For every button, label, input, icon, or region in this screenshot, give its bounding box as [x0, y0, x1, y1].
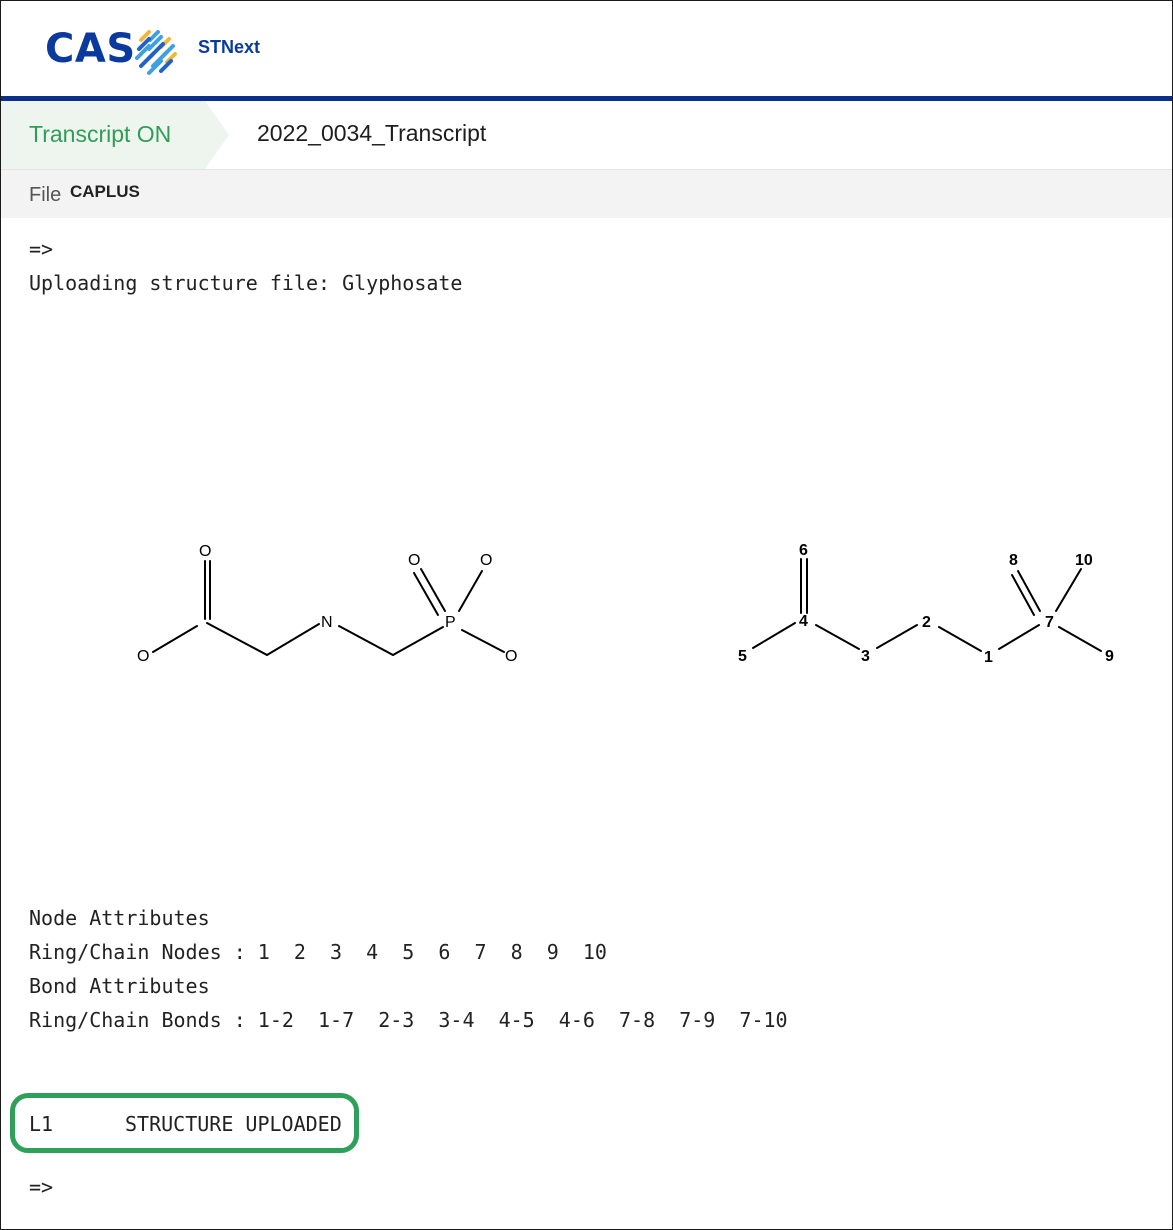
- glyphosate-atom-p: P: [445, 614, 456, 631]
- node-label-1: 1: [984, 649, 993, 666]
- result-l-number[interactable]: L1: [29, 1112, 53, 1136]
- command-prompt: =>: [29, 237, 54, 261]
- node-label-7: 7: [1045, 614, 1054, 631]
- glyphosate-structure: [152, 560, 505, 656]
- glyphosate-atom-o-carbonyl: O: [199, 543, 211, 560]
- transcript-name: 2022_0034_Transcript: [257, 120, 487, 146]
- glyphosate-atom-o-hydroxyl: O: [137, 648, 149, 665]
- glyphosate-atom-o-bottom: O: [505, 648, 517, 665]
- file-bar: File CAPLUS: [1, 170, 1172, 218]
- node-label-9: 9: [1105, 648, 1114, 665]
- app-header: CAS STNext: [1, 1, 1172, 96]
- cas-logo-mark-icon: [135, 30, 177, 75]
- file-value: CAPLUS: [70, 182, 140, 201]
- stnext-window: CAS STNext Transcript ON 2022_0034_Trans…: [0, 0, 1173, 1230]
- glyphosate-atom-o-top: O: [480, 552, 492, 569]
- product-name: STNext: [198, 37, 261, 57]
- node-label-2: 2: [922, 614, 931, 631]
- ring-chain-bonds: Ring/Chain Bonds : 1-2 1-7 2-3 3-4 4-5 4…: [29, 1008, 788, 1032]
- structure-diagram: O O N O O P O 6 8 10 4 2 7 5 3 1 9: [137, 542, 1114, 666]
- transcript-toggle[interactable]: Transcript ON: [1, 101, 229, 169]
- upload-message: Uploading structure file: Glyphosate: [29, 271, 463, 295]
- glyphosate-atom-o-double: O: [408, 552, 420, 569]
- command-prompt-bottom[interactable]: =>: [29, 1175, 53, 1199]
- cas-logo[interactable]: CAS: [45, 23, 136, 75]
- node-label-6: 6: [799, 542, 808, 559]
- transcript-bar: Transcript ON 2022_0034_Transcript: [1, 101, 1172, 170]
- numbered-query-structure: [752, 558, 1102, 652]
- file-label: File: [29, 184, 62, 206]
- node-label-3: 3: [861, 648, 870, 665]
- result-status: STRUCTURE UPLOADED: [125, 1112, 342, 1136]
- glyphosate-atom-n: N: [321, 614, 333, 631]
- node-label-8: 8: [1009, 552, 1018, 569]
- ring-chain-nodes: Ring/Chain Nodes : 1 2 3 4 5 6 7 8 9 10: [29, 940, 607, 964]
- node-label-10: 10: [1075, 552, 1093, 569]
- bond-attributes-title: Bond Attributes: [29, 974, 210, 998]
- node-label-5: 5: [738, 648, 747, 665]
- transcript-status: Transcript ON: [29, 121, 172, 147]
- node-label-4: 4: [799, 613, 808, 630]
- node-attributes-title: Node Attributes: [29, 906, 210, 930]
